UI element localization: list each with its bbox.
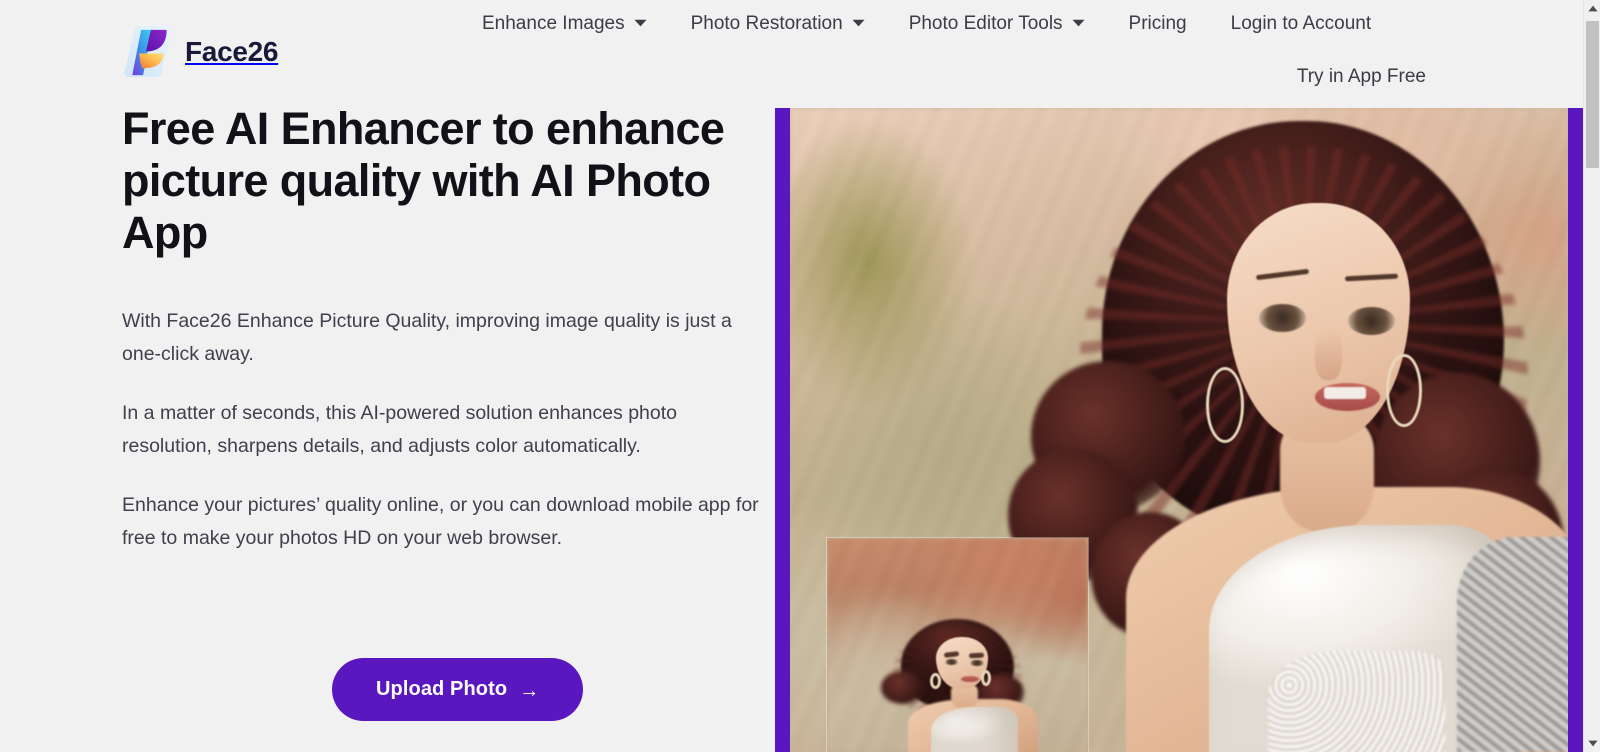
nav-item-label: Photo Editor Tools [908, 12, 1063, 34]
subject-nose [1315, 329, 1342, 380]
hero-image-subject [1007, 120, 1568, 752]
inset-subject-eyebrow-right [969, 652, 985, 659]
inset-subject-white-dress [930, 706, 1018, 752]
hero-paragraph-3: Enhance your pictures’ quality online, o… [122, 494, 759, 549]
subject-hoop-earring-right [1386, 354, 1422, 427]
hero-paragraph-2: In a matter of seconds, this AI-powered … [122, 402, 678, 457]
scrollbar-thumb[interactable] [1586, 21, 1599, 168]
subject-knit-sleeve [1457, 537, 1568, 752]
subject-eye-left [1259, 303, 1307, 332]
inset-subject [874, 619, 1041, 752]
upload-photo-button[interactable]: Upload Photo → [332, 658, 584, 721]
chevron-down-icon [634, 19, 647, 27]
secondary-navigation: Try in App Free [0, 58, 1583, 102]
nav-item-enhance-images[interactable]: Enhance Images [470, 14, 669, 33]
subject-teeth [1324, 387, 1366, 399]
nav-item-photo-restoration[interactable]: Photo Restoration [669, 14, 887, 33]
chevron-down-icon [1072, 19, 1085, 27]
subject-eye-right [1347, 307, 1396, 335]
nav-item-label: Enhance Images [482, 12, 625, 34]
nav-item-label: Photo Restoration [690, 12, 843, 34]
page-title: Free AI Enhancer to enhance picture qual… [122, 103, 725, 258]
nav-item-pricing[interactable]: Pricing [1107, 14, 1209, 33]
vertical-scrollbar[interactable] [1583, 0, 1600, 752]
subject-dress-lace [1267, 651, 1446, 752]
hero-paragraph-1: With Face26 Enhance Picture Quality, imp… [122, 310, 732, 365]
hero-image-inset-thumbnail [827, 538, 1088, 752]
primary-navigation: Enhance Images Photo Restoration Photo E… [470, 0, 1480, 46]
hero-image [790, 108, 1568, 752]
nav-item-label: Login to Account [1230, 12, 1372, 34]
inset-subject-eye-right [970, 659, 984, 666]
nav-item-photo-editor-tools[interactable]: Photo Editor Tools [887, 14, 1107, 33]
hero-text-column: Free AI Enhancer to enhance picture qual… [122, 103, 772, 721]
scroll-down-arrow-icon[interactable] [1584, 735, 1600, 752]
try-in-app-free-link[interactable]: Try in App Free [1297, 66, 1426, 88]
hero-image-frame [775, 108, 1583, 752]
subject-hoop-earring-left [1205, 367, 1245, 443]
page-root: Face26 Enhance Images Photo Restoration … [0, 0, 1583, 752]
inset-subject-hoop-earring-left [930, 672, 941, 690]
chevron-down-icon [852, 19, 865, 27]
arrow-right-icon: → [519, 679, 540, 702]
site-header: Face26 Enhance Images Photo Restoration … [0, 0, 1583, 103]
nav-item-login-to-account[interactable]: Login to Account [1209, 14, 1394, 33]
nav-item-label: Pricing [1128, 12, 1187, 34]
scroll-up-arrow-icon[interactable] [1584, 0, 1600, 17]
upload-photo-button-label: Upload Photo [376, 678, 508, 700]
inset-subject-hoop-earring-right [981, 670, 991, 686]
